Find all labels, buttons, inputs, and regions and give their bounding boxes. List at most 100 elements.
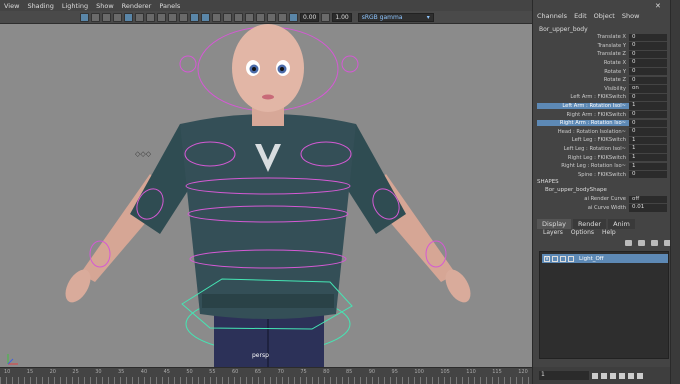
attr-row[interactable]: Head : Rotation Isolation~ 0 — [537, 128, 669, 137]
menu-help[interactable]: Help — [602, 229, 616, 236]
tab-display[interactable]: Display — [537, 219, 571, 229]
select-camera-icon[interactable] — [80, 12, 89, 22]
grid-icon[interactable] — [124, 12, 133, 22]
play-backward-icon[interactable] — [610, 372, 616, 379]
menu-show[interactable]: Show — [96, 2, 114, 10]
resolution-gate-icon[interactable] — [146, 12, 155, 22]
menu-shading[interactable]: Shading — [27, 2, 53, 10]
bookmark-icon[interactable] — [102, 12, 111, 22]
attr-value[interactable]: 0 — [629, 50, 667, 59]
attr-value[interactable]: 0 — [629, 33, 667, 41]
attr-value[interactable]: 0.01 — [629, 204, 667, 212]
close-icon[interactable]: ✕ — [655, 2, 661, 10]
layer-playback-toggle[interactable] — [552, 255, 558, 262]
xray-joints-icon[interactable] — [267, 12, 276, 22]
step-back-icon[interactable] — [601, 372, 607, 379]
attr-value[interactable]: 0 — [629, 67, 667, 76]
menu-panels[interactable]: Panels — [159, 2, 180, 10]
attr-row[interactable]: Rotate Z0 — [537, 76, 669, 85]
attr-value[interactable]: 0 — [629, 128, 667, 136]
step-forward-icon[interactable] — [628, 372, 634, 379]
layer-name[interactable]: Light_Off — [579, 256, 604, 262]
attr-row[interactable]: Rotate X0 — [537, 59, 669, 68]
attr-row[interactable]: Right Arm : FKIKSwitch 0 — [537, 110, 669, 119]
attr-row[interactable]: Translate Z0 — [537, 50, 669, 59]
layer-row[interactable]: V Light_Off — [542, 254, 668, 263]
attr-row[interactable]: Spine : FKIKSwitch 0 — [537, 171, 669, 180]
attr-row[interactable]: ai Curve Width 0.01 — [537, 204, 669, 213]
attr-value[interactable]: 0 — [629, 171, 667, 179]
attr-value[interactable]: 1 — [629, 145, 667, 153]
isolate-select-icon[interactable] — [278, 12, 287, 22]
attr-row[interactable]: Right Leg : FKIKSwitch 1 — [537, 153, 669, 162]
layer-color-swatch[interactable] — [568, 255, 574, 262]
camera-attributes-icon[interactable] — [91, 12, 100, 22]
attr-value[interactable]: 1 — [629, 102, 667, 110]
attr-value[interactable]: 1 — [629, 153, 667, 162]
attr-value[interactable]: 0 — [629, 76, 667, 84]
attr-value[interactable]: on — [629, 85, 667, 93]
wireframe-icon[interactable] — [190, 12, 199, 22]
attr-value[interactable]: 0 — [629, 119, 667, 127]
attr-row[interactable]: Left Leg : FKIKSwitch 1 — [537, 136, 669, 145]
attr-row[interactable]: ai Render Curve off — [537, 195, 669, 204]
menu-edit[interactable]: Edit — [574, 12, 587, 20]
move-layer-down-icon[interactable] — [638, 240, 645, 246]
menu-show[interactable]: Show — [622, 12, 640, 20]
move-layer-up-icon[interactable] — [625, 240, 632, 246]
textured-icon[interactable] — [212, 12, 221, 22]
xray-icon[interactable] — [256, 12, 265, 22]
attr-row[interactable]: Translate X0 — [537, 33, 669, 42]
go-to-end-icon[interactable] — [637, 372, 643, 379]
field-chart-icon[interactable] — [168, 12, 177, 22]
layer-display-type-toggle[interactable] — [560, 255, 566, 262]
attr-value[interactable]: 0 — [629, 93, 667, 102]
smooth-shade-icon[interactable] — [201, 12, 210, 22]
tab-anim[interactable]: Anim — [608, 219, 635, 229]
attr-value[interactable]: 1 — [629, 162, 667, 170]
go-to-start-icon[interactable] — [592, 372, 598, 379]
node-name[interactable]: Bor_upper_body — [539, 26, 588, 33]
attr-value[interactable]: 1 — [629, 136, 667, 145]
menu-lighting[interactable]: Lighting — [62, 2, 88, 10]
play-forward-icon[interactable] — [619, 372, 625, 379]
new-layer-icon[interactable] — [651, 240, 658, 246]
current-frame-field[interactable]: 1 — [539, 371, 589, 380]
attr-row[interactable]: Rotate Y0 — [537, 67, 669, 76]
tab-render[interactable]: Render — [572, 219, 607, 229]
attr-row[interactable]: Left Arm : FKIKSwitch 0 — [537, 93, 669, 102]
exposure-icon[interactable] — [289, 12, 298, 22]
attr-value[interactable]: 0 — [629, 59, 667, 67]
attr-row-selected[interactable]: Left Arm : Rotation Isol~ 1 — [537, 102, 669, 111]
menu-renderer[interactable]: Renderer — [122, 2, 152, 10]
image-plane-icon[interactable] — [113, 12, 122, 22]
attr-row-selected[interactable]: Right Arm : Rotation Iso~ 0 — [537, 119, 669, 128]
safe-action-icon[interactable] — [179, 12, 188, 22]
attr-value[interactable]: off — [629, 195, 667, 203]
attr-row[interactable]: Left Leg : Rotation Isol~ 1 — [537, 145, 669, 154]
menu-options[interactable]: Options — [571, 229, 594, 236]
menu-layers[interactable]: Layers — [543, 229, 563, 236]
film-gate-icon[interactable] — [135, 12, 144, 22]
gate-mask-icon[interactable] — [157, 12, 166, 22]
attr-row[interactable]: Visibility on — [537, 85, 669, 94]
lighting-icon[interactable] — [223, 12, 232, 22]
shadows-icon[interactable] — [234, 12, 243, 22]
attr-value[interactable]: 0 — [629, 42, 667, 50]
menu-object[interactable]: Object — [594, 12, 615, 20]
gamma-icon[interactable] — [321, 12, 331, 22]
shape-node-name[interactable]: Bor_upper_bodyShape — [545, 187, 607, 193]
time-slider[interactable]: 10 15 20 25 30 35 40 45 50 55 60 65 70 7… — [0, 367, 532, 384]
ambient-occlusion-icon[interactable] — [245, 12, 254, 22]
attr-row[interactable]: Right Leg : Rotation Iso~ 1 — [537, 162, 669, 171]
exposure-field[interactable]: 0.00 — [300, 12, 320, 22]
3d-viewport[interactable]: ◇◇◇ persp — [0, 24, 532, 367]
attr-value[interactable]: 0 — [629, 110, 667, 119]
menu-channels[interactable]: Channels — [537, 12, 567, 20]
color-space-dropdown[interactable]: sRGB gamma ▾ — [357, 12, 434, 22]
gamma-field[interactable]: 1.00 — [332, 12, 352, 22]
layer-list[interactable]: V Light_Off — [539, 251, 669, 359]
layer-visibility-toggle[interactable]: V — [544, 255, 550, 262]
menu-view[interactable]: View — [4, 2, 19, 10]
attr-row[interactable]: Translate Y0 — [537, 42, 669, 51]
